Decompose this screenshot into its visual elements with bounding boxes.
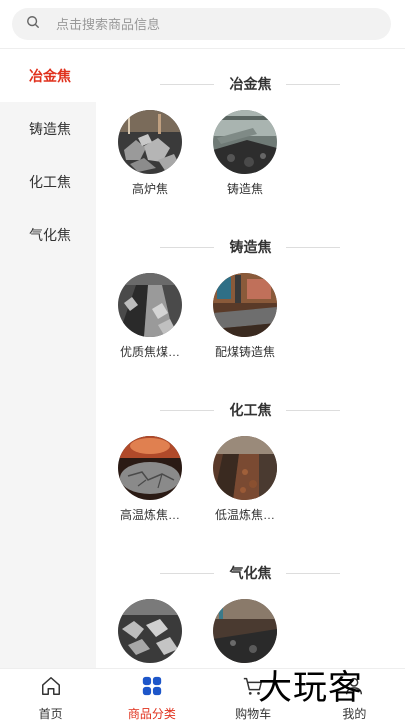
tab-category[interactable]: 商品分类 [101, 669, 202, 720]
bottom-tab-bar: 首页 商品分类 购物车 我的 [0, 668, 405, 720]
product-name: 高温炼焦… [119, 508, 180, 522]
tab-label: 首页 [38, 707, 63, 720]
tab-home[interactable]: 首页 [0, 669, 101, 720]
title-divider-right [286, 84, 340, 85]
section-title-text: 气化焦 [229, 565, 272, 581]
product-card[interactable]: 铸造焦 [205, 110, 285, 197]
product-image [118, 110, 182, 174]
product-name: 铸造焦 [226, 182, 263, 196]
user-icon [343, 675, 365, 702]
product-grid: 高温炼焦… 低温炼焦… [96, 436, 405, 532]
product-image [213, 436, 277, 500]
category-section: 铸造焦 优质焦煤… 配煤铸造焦 [96, 236, 405, 359]
section-title-text: 铸造焦 [229, 239, 272, 255]
section-title: 冶金焦 [96, 73, 405, 95]
product-image [118, 599, 182, 663]
section-title: 气化焦 [96, 562, 405, 584]
product-image [213, 599, 277, 663]
title-divider-right [286, 247, 340, 248]
product-name: 低温炼焦… [214, 508, 275, 522]
tab-cart[interactable]: 购物车 [203, 669, 304, 720]
sidebar-item-label: 铸造焦 [29, 120, 71, 137]
title-divider-right [286, 410, 340, 411]
category-section: 化工焦 高温炼焦… 低温炼焦… [96, 399, 405, 522]
section-title-text: 化工焦 [229, 402, 272, 418]
search-bar[interactable] [12, 8, 391, 40]
sidebar-item-foundry-coke[interactable]: 铸造焦 [0, 102, 96, 155]
product-card[interactable]: 低温炼焦… [205, 436, 285, 523]
product-card[interactable]: 优质焦煤… [110, 273, 190, 360]
title-divider-right [286, 573, 340, 574]
sidebar-item-chemical-coke[interactable]: 化工焦 [0, 155, 96, 208]
product-name: 优质焦煤… [119, 345, 180, 359]
product-image [213, 110, 277, 174]
tab-profile[interactable]: 我的 [304, 669, 405, 720]
category-section: 气化焦 [96, 562, 405, 663]
section-title: 化工焦 [96, 399, 405, 421]
category-grid-icon [141, 675, 163, 702]
product-card[interactable] [110, 599, 190, 668]
product-content[interactable]: 冶金焦 高炉焦 铸造焦 铸造焦 优质焦煤… 配煤铸造焦 化工焦 高温炼焦… 低温… [96, 49, 405, 668]
product-grid [96, 599, 405, 668]
product-card[interactable] [205, 599, 285, 668]
section-title-text: 冶金焦 [229, 76, 272, 92]
product-grid: 高炉焦 铸造焦 [96, 110, 405, 206]
product-card[interactable]: 高温炼焦… [110, 436, 190, 523]
product-name: 高炉焦 [131, 182, 168, 196]
search-input[interactable] [56, 16, 356, 32]
sidebar-item-metallurgical-coke[interactable]: 冶金焦 [0, 49, 96, 102]
product-image [118, 436, 182, 500]
tab-label: 我的 [342, 707, 367, 720]
sidebar-item-label: 气化焦 [29, 226, 71, 243]
product-card[interactable]: 配煤铸造焦 [205, 273, 285, 360]
search-icon [26, 15, 40, 34]
product-card[interactable]: 高炉焦 [110, 110, 190, 197]
section-title: 铸造焦 [96, 236, 405, 258]
product-image [213, 273, 277, 337]
tab-label: 购物车 [235, 707, 272, 720]
cart-icon [242, 675, 264, 702]
product-image [118, 273, 182, 337]
tab-label: 商品分类 [127, 707, 176, 720]
product-name: 配煤铸造焦 [214, 345, 275, 359]
product-grid: 优质焦煤… 配煤铸造焦 [96, 273, 405, 369]
sidebar-item-gasification-coke[interactable]: 气化焦 [0, 208, 96, 261]
category-sidebar: 冶金焦 铸造焦 化工焦 气化焦 [0, 49, 96, 668]
home-icon [40, 675, 62, 702]
category-section: 冶金焦 高炉焦 铸造焦 [96, 73, 405, 196]
sidebar-item-label: 化工焦 [29, 173, 71, 190]
sidebar-item-label: 冶金焦 [29, 67, 71, 84]
